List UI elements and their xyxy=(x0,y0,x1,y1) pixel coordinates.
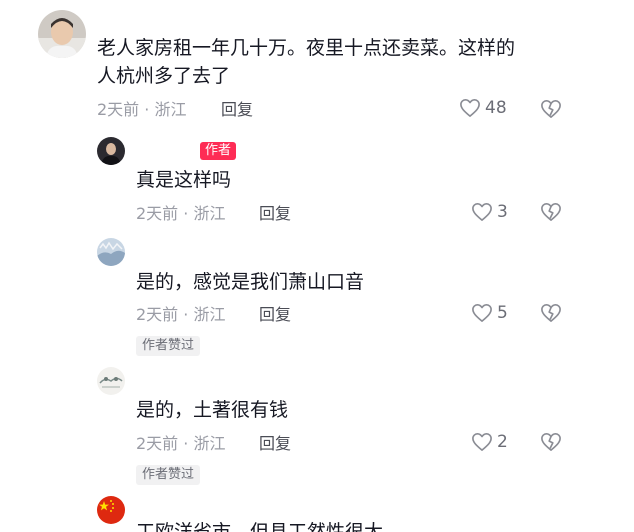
broken-heart-icon xyxy=(541,203,561,221)
comment-text: 老人家房租一年几十万。夜里十点还卖菜。这样的 xyxy=(97,37,516,59)
like-button[interactable]: 3 xyxy=(471,202,508,222)
reply-button[interactable]: 回复 xyxy=(259,204,291,224)
heart-outline-icon xyxy=(472,304,492,322)
user-avatar[interactable] xyxy=(38,10,86,58)
dislike-button[interactable] xyxy=(540,432,562,456)
like-count: 5 xyxy=(497,303,508,323)
author-badge: 作者 xyxy=(200,142,237,160)
user-avatar[interactable] xyxy=(97,496,125,524)
author-avatar[interactable] xyxy=(97,137,125,165)
reply-meta: 2天前 · 浙江 xyxy=(136,305,226,324)
reply-text: 真是这样吗 xyxy=(136,169,232,191)
dislike-button[interactable] xyxy=(540,303,562,327)
reply-button[interactable]: 回复 xyxy=(259,305,291,325)
user-avatar[interactable] xyxy=(97,238,125,266)
like-count: 3 xyxy=(497,202,508,222)
author-liked-badge: 作者赞过 xyxy=(136,465,201,485)
user-avatar[interactable] xyxy=(97,367,125,395)
reply-button[interactable]: 回复 xyxy=(259,434,291,454)
reply-text: 是的，土著很有钱 xyxy=(136,399,289,421)
comment-text-continued: 人杭州多了去了 xyxy=(97,65,231,87)
reply-meta: 2天前 · 浙江 xyxy=(136,204,226,223)
reply-text-partial: 工欧洋省市，但县工然性很大 xyxy=(136,521,384,532)
author-liked-badge: 作者赞过 xyxy=(136,336,201,356)
like-button[interactable]: 48 xyxy=(459,98,507,118)
heart-outline-icon xyxy=(460,99,480,117)
dislike-button[interactable] xyxy=(540,202,562,226)
like-button[interactable]: 2 xyxy=(471,432,508,452)
like-button[interactable]: 5 xyxy=(471,303,508,323)
broken-heart-icon xyxy=(541,433,561,451)
reply-text: 是的，感觉是我们萧山口音 xyxy=(136,271,365,293)
broken-heart-icon xyxy=(541,304,561,322)
comment-thread: 老人家房租一年几十万。夜里十点还卖菜。这样的 人杭州多了去了 2天前 · 浙江 … xyxy=(0,0,634,532)
like-count: 48 xyxy=(485,98,507,118)
heart-outline-icon xyxy=(472,433,492,451)
broken-heart-icon xyxy=(541,100,561,118)
like-count: 2 xyxy=(497,432,508,452)
comment-meta: 2天前 · 浙江 xyxy=(97,100,187,119)
dislike-button[interactable] xyxy=(540,99,562,123)
heart-outline-icon xyxy=(472,203,492,221)
reply-button[interactable]: 回复 xyxy=(221,100,253,120)
reply-meta: 2天前 · 浙江 xyxy=(136,434,226,453)
